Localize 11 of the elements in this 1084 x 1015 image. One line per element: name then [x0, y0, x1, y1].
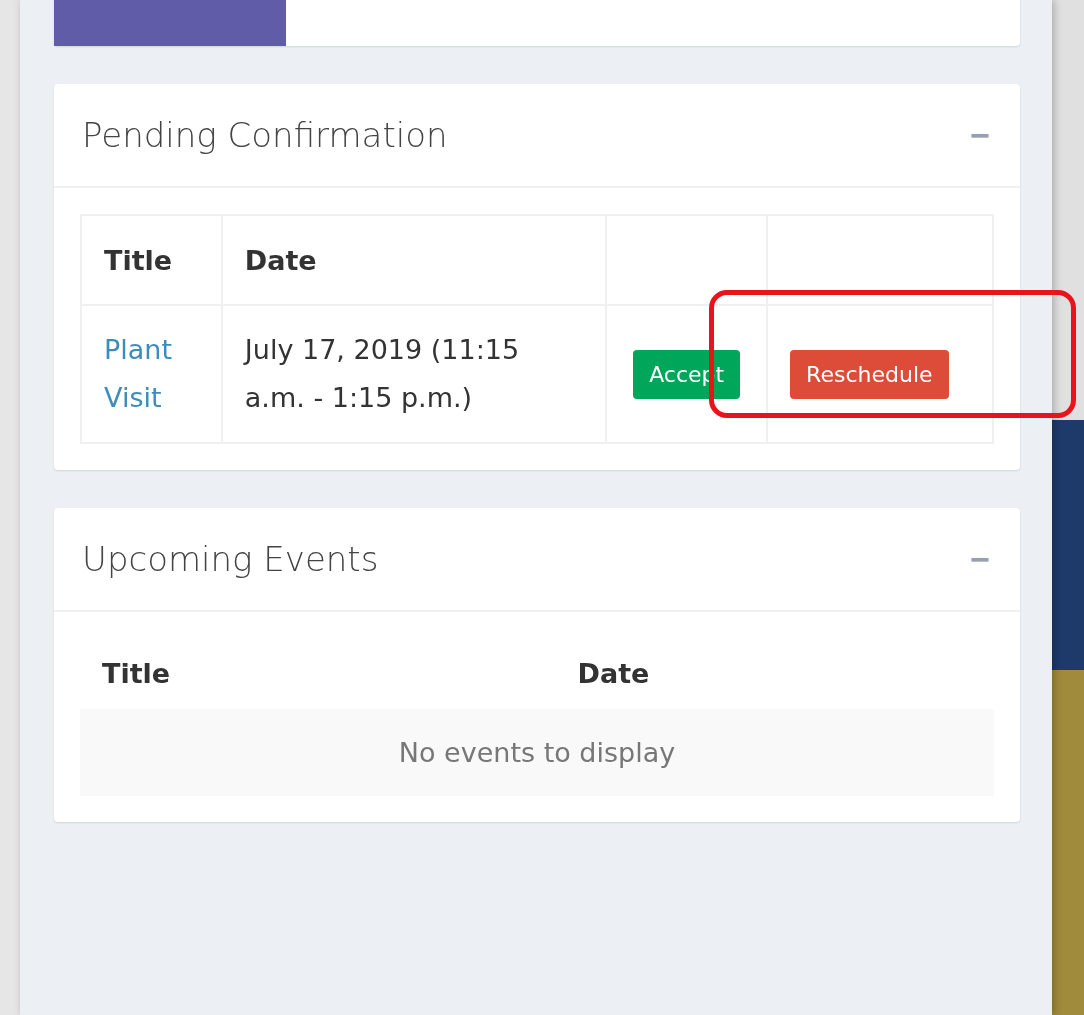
column-header: Date: [221, 215, 607, 305]
column-header: Date: [577, 638, 994, 709]
column-header: Title: [80, 638, 578, 709]
table-cell: July 17, 2019 (11:15 a.m. - 1:15 p.m.): [221, 305, 607, 443]
reschedule-button[interactable]: Reschedule: [790, 349, 949, 399]
collapse-button[interactable]: −: [970, 115, 990, 155]
column-header: Title: [81, 215, 222, 305]
empty-message: No events to display: [80, 709, 994, 796]
card-title: Upcoming Events: [82, 539, 379, 579]
collapse-button[interactable]: −: [970, 539, 990, 579]
card-title: Pending Confirmation: [82, 115, 448, 155]
